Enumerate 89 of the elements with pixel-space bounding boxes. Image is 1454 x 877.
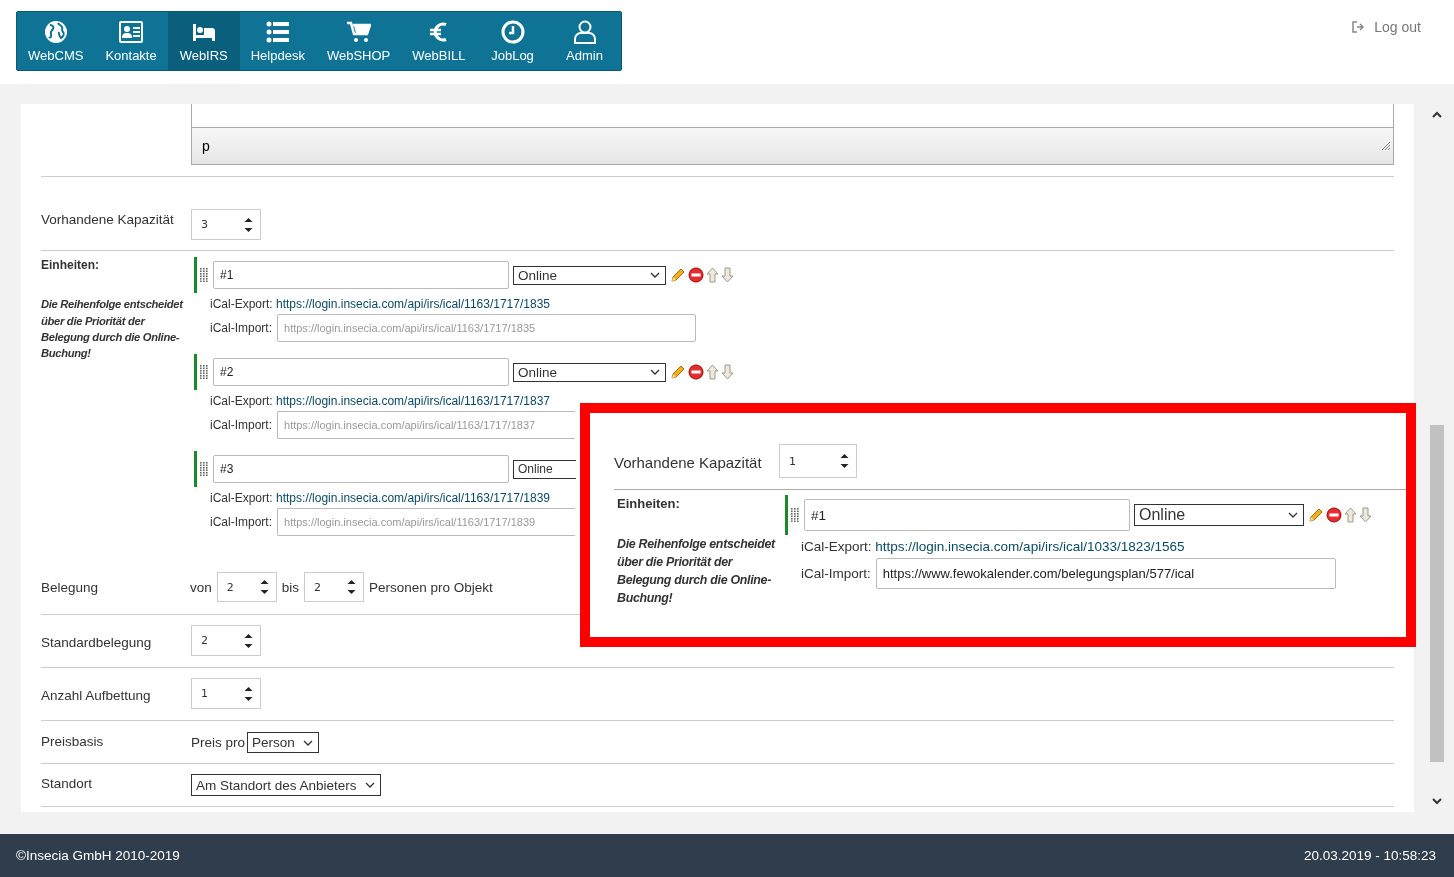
spinner-icon[interactable]	[244, 685, 253, 702]
field-text: Personen pro Objekt	[369, 579, 493, 595]
field-label: Standort	[41, 775, 94, 791]
number-field[interactable]: 1	[191, 678, 261, 709]
dropdown[interactable]: Online	[1134, 504, 1304, 526]
ical-import-label: iCal-Import:	[210, 321, 272, 335]
contact-card-icon	[119, 19, 144, 44]
ical-export-label: iCal-Export:	[210, 297, 273, 311]
units-note: Die Reihenfolge entscheidet über die Priorität der Belegung durch die Online-Buchung!	[41, 297, 185, 362]
ical-import-field[interactable]: https://www.fewokalender.com/belegungsplan/577/ical	[875, 558, 1336, 589]
units-label: Einheiten:	[41, 257, 100, 274]
nav-tab[interactable]: WebCMS	[17, 12, 95, 70]
field-label: Anzahl Aufbettung	[41, 687, 152, 703]
ical-export-link[interactable]: https://login.insecia.com/api/irs/ical/1163/1717/1835	[276, 297, 550, 311]
dropdown[interactable]: Online	[513, 459, 576, 479]
text-editor[interactable]: p	[191, 104, 1394, 165]
nav-tab[interactable]: JobLog	[476, 12, 549, 70]
drag-handle-icon[interactable]	[200, 365, 208, 379]
drag-handle-icon[interactable]	[791, 508, 799, 522]
chevron-down-icon	[650, 369, 660, 375]
chevron-down-icon	[364, 782, 375, 788]
field-text: bis	[281, 579, 300, 595]
field-label: Belegung	[41, 579, 100, 595]
ical-import-label: iCal-Import:	[210, 515, 272, 529]
remove-icon[interactable]	[688, 267, 704, 283]
ical-export-link[interactable]: https://login.insecia.com/api/irs/ical/1163/1717/1837	[276, 394, 550, 408]
ical-import-label: iCal-Import:	[801, 566, 871, 581]
unit-name-field[interactable]: #1	[804, 499, 1130, 531]
dropdown[interactable]: Person	[247, 732, 319, 753]
chevron-down-icon	[1288, 512, 1298, 518]
pencil-icon[interactable]	[670, 364, 686, 380]
field-label: Preisbasis	[41, 733, 105, 749]
ical-export-link[interactable]: https://login.insecia.com/api/irs/ical/1033/1823/1565	[875, 539, 1185, 554]
editor-path: p	[202, 138, 210, 154]
nav-tab[interactable]: WebIRS	[167, 12, 240, 70]
drag-handle-icon[interactable]	[200, 268, 208, 282]
unit-name-field[interactable]: #1	[213, 261, 509, 289]
remove-icon[interactable]	[1326, 507, 1342, 523]
copyright-text: ©Insecia GmbH 2010-2019	[16, 848, 180, 863]
field-text: Preis pro	[191, 735, 246, 750]
nav-tab[interactable]: Kontakte	[94, 12, 168, 70]
number-field[interactable]: 2	[191, 625, 261, 656]
user-icon	[572, 19, 597, 44]
ical-export-label: iCal-Export:	[210, 394, 273, 408]
cart-icon	[346, 19, 371, 44]
spinner-icon[interactable]	[347, 579, 357, 595]
dropdown[interactable]: Online	[513, 362, 666, 382]
units-note: Die Reihenfolge entscheidet über die Priorität der Belegung durch die Online-Buchung!	[617, 535, 777, 607]
nav-tab[interactable]: Helpdesk	[239, 12, 316, 70]
field-label: Vorhandene Kapazität	[614, 453, 763, 471]
ical-export-label: iCal-Export:	[801, 539, 872, 554]
spinner-icon[interactable]	[244, 632, 253, 649]
number-field[interactable]: 2	[216, 572, 277, 602]
number-field[interactable]: 3	[191, 209, 261, 240]
list-icon	[265, 19, 290, 44]
dropdown[interactable]: Online	[513, 265, 666, 285]
globe-icon	[43, 19, 68, 44]
dropdown[interactable]: Am Standort des Anbieters	[191, 774, 381, 796]
spinner-icon[interactable]	[244, 216, 253, 233]
clock-icon	[500, 19, 525, 44]
units-label: Einheiten:	[617, 495, 681, 513]
remove-icon[interactable]	[688, 364, 704, 380]
logout-icon	[1352, 21, 1367, 33]
timestamp: 20.03.2019 - 10:58:23	[1303, 848, 1436, 863]
unit-name-field[interactable]: #3	[213, 455, 509, 483]
field-text: von	[190, 579, 212, 595]
chevron-down-icon	[650, 272, 660, 278]
nav-tab[interactable]: Admin	[548, 12, 621, 70]
resize-grip-icon[interactable]	[1382, 142, 1390, 150]
ical-export-label: iCal-Export:	[210, 491, 273, 505]
field-label: Vorhandene Kapazität	[41, 211, 175, 227]
nav-tab[interactable]: WebBILL	[401, 12, 477, 70]
number-field[interactable]: 1	[779, 444, 857, 478]
logout-link[interactable]: Log out	[1352, 19, 1421, 35]
field-label: Standardbelegung	[41, 634, 153, 650]
ical-import-field[interactable]: https://login.insecia.com/api/irs/ical/1163/1717/1835	[277, 314, 696, 342]
nav-tab[interactable]: WebSHOP	[315, 12, 402, 70]
spinner-icon[interactable]	[259, 579, 269, 595]
ical-import-field[interactable]: https://login.insecia.com/api/irs/ical/1163/1717/1839	[277, 508, 575, 536]
drag-handle-icon[interactable]	[200, 462, 208, 476]
ical-import-field[interactable]: https://login.insecia.com/api/irs/ical/1163/1717/1837	[277, 411, 575, 439]
pencil-icon[interactable]	[1308, 507, 1324, 523]
chevron-down-icon	[302, 739, 313, 746]
number-field[interactable]: 2	[304, 572, 365, 602]
pencil-icon[interactable]	[670, 267, 686, 283]
unit-name-field[interactable]: #2	[213, 358, 509, 386]
ical-import-label: iCal-Import:	[210, 418, 272, 432]
spinner-icon[interactable]	[840, 453, 849, 469]
ical-export-link[interactable]: https://login.insecia.com/api/irs/ical/1163/1717/1839	[276, 491, 550, 505]
